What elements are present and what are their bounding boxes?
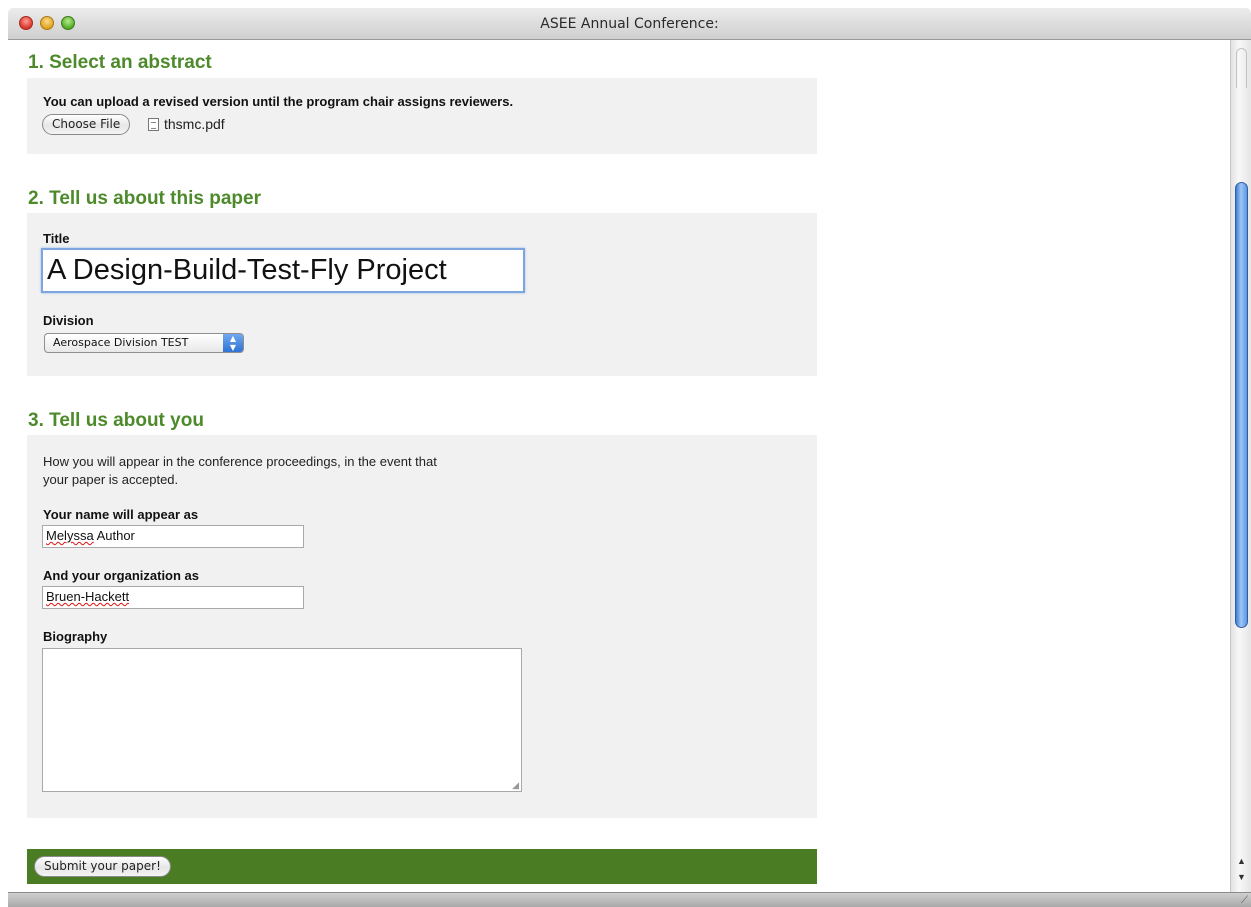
abstract-panel: You can upload a revised version until t… — [27, 78, 817, 154]
title-label: Title — [43, 231, 70, 246]
name-first: Melyssa — [46, 528, 94, 543]
window-title: ASEE Annual Conference: — [540, 16, 719, 32]
division-label: Division — [43, 313, 94, 328]
select-arrows-icon: ▲ ▼ — [223, 334, 243, 352]
window-titlebar: ASEE Annual Conference: — [8, 8, 1251, 40]
organization-value: Bruen-Hackett — [46, 589, 130, 604]
choose-file-button[interactable]: Choose File — [42, 114, 131, 135]
resize-grip-icon[interactable]: ◢ — [512, 780, 519, 791]
proceedings-intro-line2: your paper is accepted. — [43, 472, 179, 487]
division-selected-value: Aerospace Division TEST — [53, 336, 189, 349]
section-heading-paper: 2. Tell us about this paper — [28, 188, 261, 209]
section-heading-abstract: 1. Select an abstract — [28, 52, 212, 73]
organization-label: And your organization as — [43, 568, 200, 583]
page-content: 1. Select an abstract You can upload a r… — [8, 40, 1230, 892]
division-select[interactable]: Aerospace Division TEST ▲ ▼ — [44, 333, 244, 353]
window-bottom-bar: ⟋ — [8, 892, 1251, 907]
section-heading-you: 3. Tell us about you — [28, 410, 204, 431]
biography-label: Biography — [43, 629, 108, 644]
submit-paper-button[interactable]: Submit your paper! — [34, 856, 171, 877]
scroll-down-arrow-icon[interactable]: ▼ — [1235, 870, 1248, 884]
author-panel: How you will appear in the conference pr… — [27, 435, 817, 818]
file-icon — [148, 118, 159, 131]
paper-panel: Title A Design-Build-Test-Fly Project Di… — [27, 213, 817, 376]
name-last: Author — [93, 528, 135, 543]
proceedings-intro-line1: How you will appear in the conference pr… — [43, 454, 437, 469]
scroll-thumb[interactable] — [1235, 182, 1248, 628]
vertical-scrollbar[interactable]: ▲ ▼ — [1230, 40, 1251, 892]
selected-file-name: thsmc.pdf — [164, 116, 225, 132]
name-label: Your name will appear as — [43, 507, 199, 522]
submit-bar: Submit your paper! — [27, 849, 817, 884]
scroll-up-arrow-icon[interactable]: ▲ — [1235, 854, 1248, 868]
window-resize-icon[interactable]: ⟋ — [1241, 895, 1248, 906]
biography-textarea[interactable]: ◢ — [42, 648, 522, 792]
name-input[interactable]: Melyssa Author — [42, 525, 304, 548]
organization-input[interactable]: Bruen-Hackett — [42, 586, 304, 609]
title-input[interactable]: A Design-Build-Test-Fly Project — [41, 248, 525, 293]
scroll-track-cap — [1236, 48, 1247, 88]
abstract-instructions: You can upload a revised version until t… — [43, 94, 514, 109]
